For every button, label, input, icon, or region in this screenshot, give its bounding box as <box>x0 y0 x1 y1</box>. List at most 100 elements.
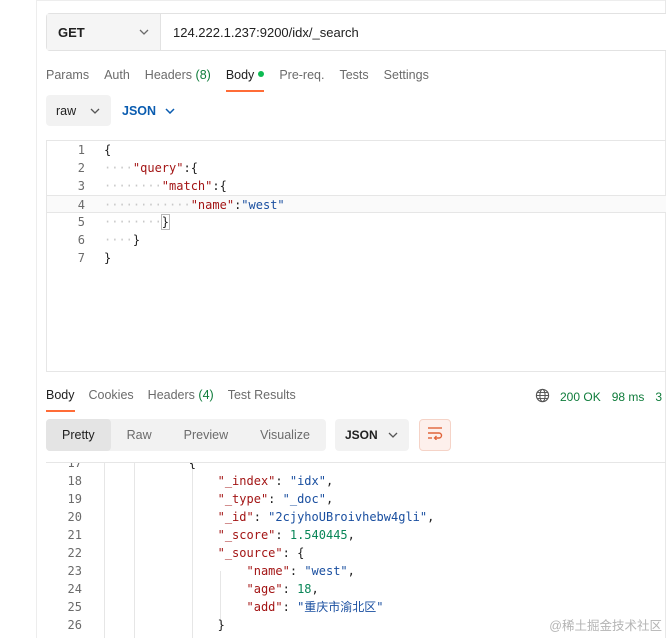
wrap-lines-icon <box>427 426 443 445</box>
response-tabs: Body Cookies Headers (4) Test Results <box>46 384 310 412</box>
resp-tab-headers-label: Headers <box>147 388 195 402</box>
method-select[interactable]: GET <box>47 14 161 50</box>
json-key: "_score" <box>217 528 276 542</box>
code-line: 2 ····"query":{ <box>47 159 666 177</box>
code-punct: } <box>160 214 171 230</box>
watermark: @稀土掘金技术社区 <box>549 619 662 633</box>
json-value: "重庆市渝北区" <box>297 600 384 614</box>
resp-headers-count: (4) <box>198 388 214 402</box>
resp-tab-body[interactable]: Body <box>46 384 75 412</box>
chevron-down-icon <box>387 429 399 441</box>
code-text: { <box>102 463 196 472</box>
response-time[interactable]: 98 ms <box>612 390 645 404</box>
tab-headers[interactable]: Headers (8) <box>145 64 211 92</box>
view-tab-visualize[interactable]: Visualize <box>244 419 326 451</box>
json-value: 1.540445 <box>289 528 348 542</box>
code-text: ········"match":{ <box>104 177 227 195</box>
view-tab-preview[interactable]: Preview <box>168 419 244 451</box>
line-number: 19 <box>67 492 82 506</box>
code-line: 1{ <box>47 141 666 159</box>
resp-tab-headers[interactable]: Headers (4) <box>148 384 214 412</box>
code-text: "_source": { <box>102 544 305 562</box>
request-url-bar: GET 124.222.1.237:9200/idx/_search <box>46 13 666 51</box>
line-number: 17 <box>67 462 82 470</box>
code-punct: : <box>289 564 305 578</box>
chevron-down-icon <box>164 105 176 117</box>
code-text: "name": "west", <box>102 562 355 580</box>
json-value: 18 <box>297 582 312 596</box>
tab-tests[interactable]: Tests <box>339 64 368 92</box>
response-body-viewer[interactable]: 17 {18 "_index": "idx", 19 "_type": "_doc… <box>46 462 666 638</box>
code-punct: , <box>325 492 334 506</box>
code-line: 6 ····} <box>47 231 666 249</box>
code-punct: , <box>311 582 319 596</box>
body-mode-label: raw <box>56 103 77 118</box>
line-number: 2 <box>77 161 85 175</box>
code-punct: } <box>104 251 112 265</box>
response-format-label: JSON <box>345 428 378 442</box>
chevron-down-icon <box>138 26 150 38</box>
tab-body-label: Body <box>225 68 255 82</box>
request-body-editor[interactable]: 1{2 ····"query":{3 ········"match":{4 ·····… <box>46 140 666 372</box>
json-value: "idx" <box>289 474 326 488</box>
json-key: "add" <box>246 600 283 614</box>
indent-dots: ···· <box>104 233 133 247</box>
response-size[interactable]: 3 <box>655 390 662 404</box>
wrap-lines-button[interactable] <box>419 419 451 451</box>
response-format-select[interactable]: JSON <box>335 419 409 451</box>
code-punct: : <box>275 474 290 488</box>
json-key: "name" <box>246 564 290 578</box>
json-key: "_source" <box>217 546 283 560</box>
code-line: 4 ············"name":"west" <box>47 195 666 213</box>
code-text: "_index": "idx", <box>102 472 334 490</box>
code-text: "_type": "_doc", <box>102 490 334 508</box>
code-punct: , <box>347 528 355 542</box>
indent-dots: ···· <box>104 161 133 175</box>
tab-prereq[interactable]: Pre-req. <box>279 64 324 92</box>
code-text: ····"query":{ <box>104 159 198 177</box>
response-line: 25 "add": "重庆市渝北区" <box>46 598 666 616</box>
code-text: } <box>104 249 111 267</box>
code-punct: } <box>217 618 225 632</box>
body-mode-select[interactable]: raw <box>46 95 111 126</box>
view-tab-pretty[interactable]: Pretty <box>46 419 111 451</box>
url-input[interactable]: 124.222.1.237:9200/idx/_search <box>161 14 666 50</box>
body-language-select[interactable]: JSON <box>122 104 176 118</box>
code-line: 3 ········"match":{ <box>47 177 666 195</box>
resp-tab-cookies[interactable]: Cookies <box>89 384 134 412</box>
code-punct: : <box>268 492 283 506</box>
resp-tab-test-results[interactable]: Test Results <box>228 384 296 412</box>
response-line: 24 "age": 18, <box>46 580 666 598</box>
line-number: 20 <box>67 510 82 524</box>
tab-body[interactable]: Body <box>225 64 265 92</box>
code-punct: : { <box>282 546 305 560</box>
json-key: "match" <box>161 179 213 193</box>
code-text: "add": "重庆市渝北区" <box>102 598 384 616</box>
tab-settings[interactable]: Settings <box>384 64 429 92</box>
status-code[interactable]: 200 OK <box>560 390 601 404</box>
left-gutter-line <box>36 0 37 638</box>
line-number: 4 <box>77 198 85 212</box>
response-line: 23 "name": "west", <box>46 562 666 580</box>
indent-dots: ········ <box>104 179 162 193</box>
request-tabs: Params Auth Headers (8) Body Pre-req. Te… <box>46 64 444 92</box>
top-divider <box>36 0 666 2</box>
tab-params[interactable]: Params <box>46 64 89 92</box>
globe-icon[interactable] <box>535 388 550 406</box>
line-number: 3 <box>77 179 85 193</box>
view-tab-raw[interactable]: Raw <box>111 419 168 451</box>
tab-auth[interactable]: Auth <box>104 64 130 92</box>
line-number: 22 <box>67 546 82 560</box>
code-punct: } <box>132 233 141 247</box>
json-key: "name" <box>190 198 235 212</box>
line-number: 1 <box>77 143 85 157</box>
response-status: 200 OK 98 ms 3 <box>535 388 662 406</box>
